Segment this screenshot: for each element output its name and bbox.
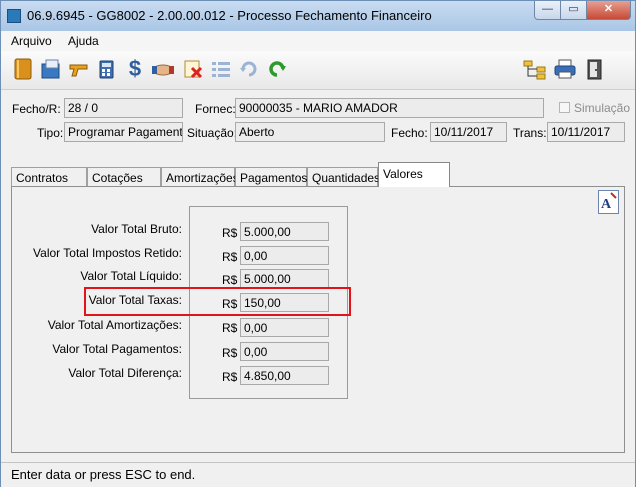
menu-bar: Arquivo Ajuda <box>1 31 635 51</box>
fecho-label: Fecho: <box>391 126 428 140</box>
valor-diferenca-label: Valor Total Diferença: <box>68 366 182 380</box>
window-title: 06.9.6945 - GG8002 - 2.00.00.012 - Proce… <box>27 8 432 23</box>
tab-valores[interactable]: Valores <box>378 162 450 187</box>
calculator-icon[interactable] <box>95 56 119 82</box>
pistol-icon[interactable] <box>67 56 91 82</box>
simulacao-checkbox[interactable] <box>559 102 570 113</box>
dollar-icon[interactable]: $ <box>123 56 147 82</box>
currency-label: R$ <box>222 226 238 240</box>
maximize-button[interactable]: ▭ <box>560 1 587 20</box>
close-button[interactable]: ✕ <box>586 1 631 20</box>
status-bar: Enter data or press ESC to end. <box>1 462 635 487</box>
fornec-label: Fornec: <box>195 102 236 116</box>
valor-liquido-label: Valor Total Líquido: <box>80 269 182 283</box>
minimize-button[interactable]: — <box>534 1 561 20</box>
currency-label: R$ <box>222 273 238 287</box>
tab-cotacoes[interactable]: Cotações <box>87 167 161 187</box>
app-window: 06.9.6945 - GG8002 - 2.00.00.012 - Proce… <box>0 0 636 487</box>
situacao-field[interactable]: Aberto <box>235 122 385 142</box>
font-edit-icon[interactable]: A <box>598 190 619 214</box>
valor-bruto-label: Valor Total Bruto: <box>91 222 182 236</box>
app-icon <box>7 9 21 23</box>
currency-label: R$ <box>222 370 238 384</box>
valor-pagamentos-field[interactable]: 0,00 <box>240 342 329 361</box>
valor-amortizacoes-label: Valor Total Amortizações: <box>47 318 182 332</box>
book-icon[interactable] <box>11 56 35 82</box>
fecho-r-label: Fecho/R: <box>12 102 61 116</box>
valor-liquido-field[interactable]: 5.000,00 <box>240 269 329 288</box>
refresh-icon[interactable] <box>237 56 261 82</box>
title-bar[interactable]: 06.9.6945 - GG8002 - 2.00.00.012 - Proce… <box>1 1 635 31</box>
situacao-label: Situação: <box>187 126 238 140</box>
tab-contratos[interactable]: Contratos <box>11 167 87 187</box>
currency-label: R$ <box>222 321 238 335</box>
valor-pagamentos-label: Valor Total Pagamentos: <box>52 342 182 356</box>
trans-label: Trans: <box>513 126 547 140</box>
menu-ajuda[interactable]: Ajuda <box>68 34 99 48</box>
tab-quantidades[interactable]: Quantidades <box>307 167 380 187</box>
highlight-box <box>84 287 351 316</box>
list-icon[interactable] <box>209 56 233 82</box>
delete-document-icon[interactable] <box>181 56 205 82</box>
tab-strip: Contratos Cotações Amortizações Pagament… <box>11 160 625 187</box>
menu-arquivo[interactable]: Arquivo <box>11 34 52 48</box>
print-icon[interactable] <box>553 56 577 82</box>
currency-label: R$ <box>222 346 238 360</box>
toolbar: $ <box>1 51 635 90</box>
tab-amortizacoes[interactable]: Amortizações <box>161 167 239 187</box>
valor-diferenca-field[interactable]: 4.850,00 <box>240 366 329 385</box>
tipo-label: Tipo: <box>37 126 64 140</box>
fornec-field[interactable]: 90000035 - MARIO AMADOR <box>235 98 544 118</box>
handshake-icon[interactable] <box>151 56 175 82</box>
fecho-r-field[interactable]: 28 / 0 <box>64 98 183 118</box>
valor-bruto-field[interactable]: 5.000,00 <box>240 222 329 241</box>
trans-field[interactable]: 10/11/2017 <box>547 122 625 142</box>
svg-text:A: A <box>601 197 612 212</box>
save-folder-icon[interactable] <box>39 56 63 82</box>
status-text: Enter data or press ESC to end. <box>11 467 196 482</box>
valor-impostos-field[interactable]: 0,00 <box>240 246 329 265</box>
redo-arrow-icon[interactable] <box>265 56 289 82</box>
currency-label: R$ <box>222 250 238 264</box>
valor-impostos-label: Valor Total Impostos Retido: <box>33 246 182 260</box>
valor-amortizacoes-field[interactable]: 0,00 <box>240 318 329 337</box>
tree-icon[interactable] <box>523 56 547 82</box>
fecho-field[interactable]: 10/11/2017 <box>430 122 507 142</box>
tab-pagamentos[interactable]: Pagamentos <box>235 167 307 187</box>
exit-door-icon[interactable] <box>583 56 607 82</box>
tipo-field[interactable]: Programar Pagamento <box>64 122 183 142</box>
simulacao-label: Simulação <box>574 101 631 115</box>
